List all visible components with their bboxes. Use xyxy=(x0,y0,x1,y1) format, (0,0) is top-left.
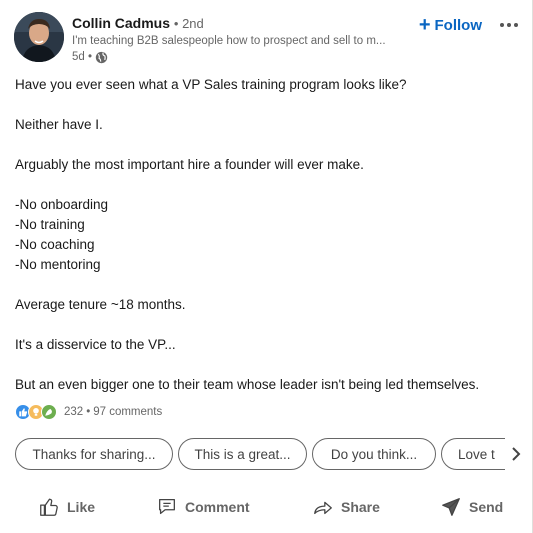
post-line: Have you ever seen what a VP Sales train… xyxy=(15,77,407,92)
post-line: Arguably the most important hire a found… xyxy=(15,157,364,172)
author-avatar[interactable] xyxy=(14,12,64,62)
reaction-count[interactable]: 232 xyxy=(64,406,83,418)
post-age: 5d • xyxy=(72,51,93,63)
follow-button[interactable]: + Follow xyxy=(419,14,482,36)
comments-count[interactable]: 97 comments xyxy=(93,406,162,418)
send-paper-plane-icon xyxy=(440,496,462,518)
plus-icon: + xyxy=(418,14,431,36)
post-line: Average tenure ~18 months. xyxy=(15,297,186,312)
like-button[interactable]: Like xyxy=(38,488,95,526)
post-body: Have you ever seen what a VP Sales train… xyxy=(15,75,520,395)
suggestion-label: Love t xyxy=(458,446,495,462)
suggestion-label: Thanks for sharing... xyxy=(32,446,156,462)
share-label: Share xyxy=(341,499,380,515)
post-header: Collin Cadmus • 2nd I'm teaching B2B sal… xyxy=(14,12,524,64)
comment-button[interactable]: Comment xyxy=(156,488,250,526)
post-line: -No training xyxy=(15,217,85,232)
globe-icon xyxy=(95,51,108,64)
post-line: But an even bigger one to their team who… xyxy=(15,377,480,392)
author-headline: I'm teaching B2B salespeople how to pros… xyxy=(72,35,386,47)
follow-label: Follow xyxy=(434,16,483,34)
post-line: It's a disservice to the VP... xyxy=(15,337,176,352)
reactions-summary[interactable] xyxy=(15,404,57,420)
suggestion-chip[interactable]: Do you think... xyxy=(312,438,436,470)
connection-degree: • 2nd xyxy=(173,16,204,31)
post-line: -No coaching xyxy=(15,237,95,252)
thumbs-up-icon xyxy=(38,496,60,518)
author-meta: Collin Cadmus • 2nd I'm teaching B2B sal… xyxy=(72,14,402,65)
post-line: Neither have I. xyxy=(15,117,103,132)
comment-suggestions: Thanks for sharing... This is a great...… xyxy=(15,438,505,470)
suggestion-label: This is a great... xyxy=(194,446,291,462)
like-label: Like xyxy=(67,499,96,515)
suggestion-chip[interactable]: Thanks for sharing... xyxy=(15,438,173,470)
author-name-row: Collin Cadmus • 2nd xyxy=(72,14,402,33)
suggestion-chip[interactable]: This is a great... xyxy=(178,438,307,470)
counts-separator: • xyxy=(86,406,91,418)
social-counts: 232 • 97 comments xyxy=(15,403,162,421)
more-options-icon[interactable] xyxy=(496,15,522,35)
post-line: -No onboarding xyxy=(15,197,109,212)
chevron-right-icon[interactable] xyxy=(509,444,523,464)
suggestion-label: Do you think... xyxy=(330,446,418,462)
suggestion-chip[interactable]: Love t xyxy=(441,438,505,470)
share-arrow-icon xyxy=(312,496,334,518)
comment-icon xyxy=(156,496,178,518)
share-button[interactable]: Share xyxy=(312,488,380,526)
comment-label: Comment xyxy=(185,499,250,515)
support-reaction-icon xyxy=(41,404,57,420)
feed-post-card: Collin Cadmus • 2nd I'm teaching B2B sal… xyxy=(0,0,533,533)
post-timestamp: 5d • xyxy=(72,49,402,65)
post-line: -No mentoring xyxy=(15,257,101,272)
author-name[interactable]: Collin Cadmus xyxy=(72,15,170,31)
action-divider xyxy=(15,480,520,481)
send-button[interactable]: Send xyxy=(440,488,503,526)
send-label: Send xyxy=(469,499,504,515)
action-bar: Like Comment Share Send xyxy=(0,488,533,526)
